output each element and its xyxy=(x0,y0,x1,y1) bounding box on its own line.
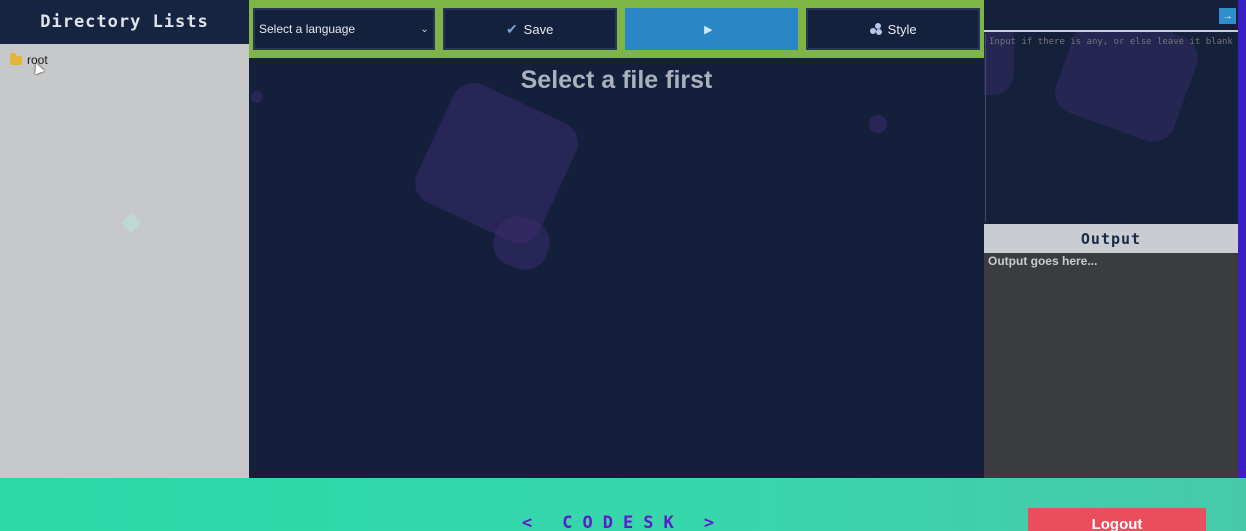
footer: < CODESK > Logout xyxy=(0,478,1246,531)
folder-icon xyxy=(10,52,22,65)
language-select-value: Select a language xyxy=(259,22,356,36)
play-icon: ▶ xyxy=(704,23,713,36)
decorative-blob xyxy=(407,75,586,251)
editor-empty-message: Select a file first xyxy=(520,66,713,94)
palette-icon xyxy=(869,23,882,35)
output-area: Output goes here... xyxy=(984,253,1238,478)
chevron-down-icon: ⌄ xyxy=(420,23,429,35)
save-button[interactable]: ✔ Save xyxy=(442,8,617,50)
logout-button[interactable]: Logout xyxy=(1028,508,1206,531)
decorative-blob xyxy=(869,115,887,133)
expand-arrow-icon[interactable]: → xyxy=(1219,8,1236,24)
save-label: Save xyxy=(523,21,554,37)
editor-toolbar: Select a language ⌄ ✔ Save ▶ Style xyxy=(249,0,984,58)
style-label: Style xyxy=(887,21,917,37)
sidebar-title: Directory Lists xyxy=(0,0,249,44)
output-placeholder: Output goes here... xyxy=(988,254,1098,268)
run-button[interactable]: ▶ xyxy=(624,8,799,50)
code-editor-area[interactable]: Select a file first xyxy=(249,58,984,478)
decorative-sparkle xyxy=(121,213,141,233)
language-select[interactable]: Select a language ⌄ xyxy=(253,8,435,50)
directory-sidebar: Directory Lists root xyxy=(0,0,249,478)
io-panel: → Output Output goes here... xyxy=(984,0,1238,478)
io-panel-header: → xyxy=(984,0,1238,32)
page-scrollbar[interactable] xyxy=(1238,0,1246,478)
output-title: Output xyxy=(984,224,1238,253)
stdin-input[interactable] xyxy=(985,34,1237,222)
check-icon: ✔ xyxy=(505,20,518,37)
style-button[interactable]: Style xyxy=(806,8,980,50)
